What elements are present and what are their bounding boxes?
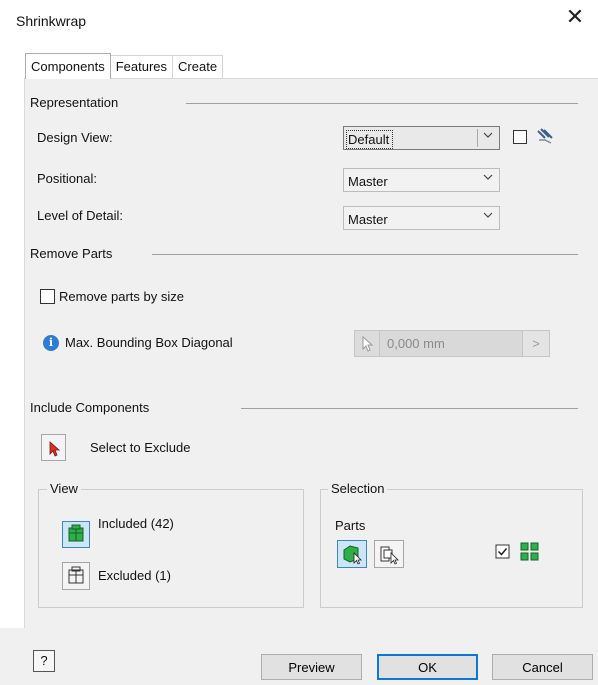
tab-bar: Components Features Create [25, 53, 224, 79]
subassembly-select-icon [380, 546, 399, 565]
view-group-title: View [47, 481, 81, 496]
tab-features[interactable]: Features [109, 55, 174, 78]
level-of-detail-value: Master [348, 212, 388, 227]
positional-select[interactable]: Master [343, 168, 500, 192]
tab-create[interactable]: Create [172, 55, 224, 78]
remove-parts-divider [152, 254, 578, 255]
cursor-icon [49, 441, 61, 457]
part-select-icon [343, 545, 362, 565]
select-cursor-icon [355, 331, 380, 356]
remove-parts-heading: Remove Parts [30, 246, 113, 261]
excluded-view-button[interactable] [62, 562, 90, 590]
select-subassembly-button[interactable] [374, 540, 404, 568]
select-parts-button[interactable] [337, 540, 367, 568]
dialog-title: Shrinkwrap [16, 13, 87, 29]
design-view-select[interactable]: Default [343, 126, 500, 150]
max-bounding-box-label: Max. Bounding Box Diagonal [65, 335, 233, 350]
close-icon[interactable]: ✕ [564, 6, 586, 28]
chevron-down-icon [483, 174, 493, 180]
included-view-button[interactable] [62, 521, 90, 548]
max-bounding-box-value: 0,000 mm [387, 336, 445, 351]
included-components-icon [68, 524, 84, 542]
excluded-components-icon [68, 566, 84, 584]
chevron-down-icon [483, 212, 493, 218]
grid-components-icon[interactable] [519, 541, 541, 563]
combo-separator [477, 129, 478, 147]
expand-button[interactable]: > [522, 331, 549, 356]
design-view-associative-checkbox[interactable] [513, 130, 527, 144]
include-components-divider [241, 408, 578, 409]
design-view-label: Design View: [37, 130, 113, 145]
design-view-value: Default [345, 130, 394, 149]
include-components-heading: Include Components [30, 400, 150, 415]
remove-parts-label: Remove parts by size [59, 289, 184, 304]
ok-button[interactable]: OK [377, 654, 478, 680]
representation-divider [186, 103, 578, 104]
excluded-label: Excluded (1) [98, 568, 171, 583]
preview-button[interactable]: Preview [261, 654, 362, 680]
positional-value: Master [348, 174, 388, 189]
max-bounding-box-input[interactable]: 0,000 mm > [354, 330, 550, 357]
cancel-button[interactable]: Cancel [492, 654, 593, 680]
level-of-detail-label: Level of Detail: [37, 208, 123, 223]
parts-label: Parts [335, 518, 366, 533]
level-of-detail-select[interactable]: Master [343, 206, 500, 230]
remove-parts-checkbox[interactable] [40, 289, 55, 304]
representation-heading: Representation [30, 95, 119, 110]
select-all-checkbox[interactable] [495, 544, 511, 560]
select-to-exclude-button[interactable] [41, 434, 66, 461]
select-to-exclude-label: Select to Exclude [90, 440, 191, 455]
positional-label: Positional: [37, 171, 97, 186]
help-icon[interactable]: ? [33, 650, 55, 672]
included-label: Included (42) [98, 516, 174, 531]
tab-components[interactable]: Components [25, 53, 111, 79]
chevron-down-icon [483, 132, 493, 138]
selection-group-title: Selection [328, 481, 388, 496]
info-icon: i [43, 335, 59, 351]
associative-link-icon[interactable] [535, 126, 555, 146]
